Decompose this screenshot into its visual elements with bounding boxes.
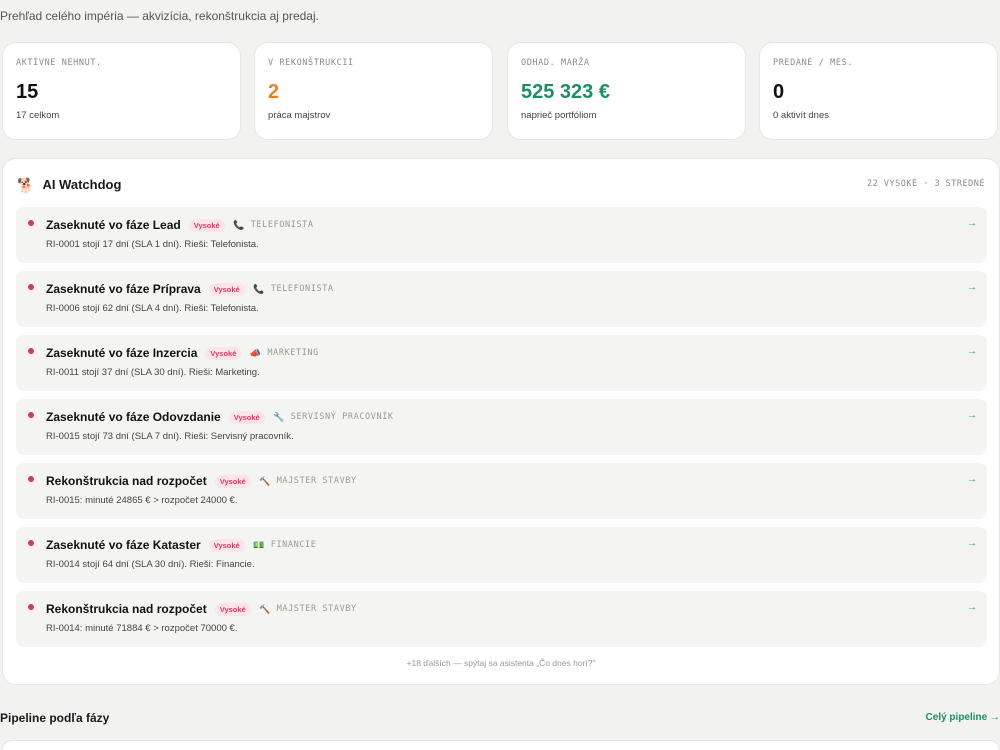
stat-label: PREDANÉ / MES. xyxy=(773,58,854,68)
severity-dot xyxy=(28,220,34,226)
alert-item[interactable]: Rekonštrukcia nad rozpočet Vysoké 🔨 MAJS… xyxy=(16,463,987,519)
alert-detail: RI-0014: minuté 71884 € > rozpočet 70000… xyxy=(46,623,238,634)
phone-icon: 📞 xyxy=(233,219,245,230)
alert-item[interactable]: Zaseknuté vo fáze Lead Vysoké 📞 TELEFONI… xyxy=(16,207,987,263)
stat-label: AKTÍVNE NEHNUT. xyxy=(16,58,102,68)
severity-badge: Vysoké xyxy=(228,410,265,424)
alert-role: SERVISNÝ PRACOVNÍK xyxy=(290,412,394,422)
alert-role: MAJSTER STAVBY xyxy=(276,476,357,486)
alert-title: Rekonštrukcia nad rozpočet xyxy=(46,474,207,488)
stat-sub: 0 aktivít dnes xyxy=(773,110,829,121)
alert-role: TELEFONISTA xyxy=(250,220,314,230)
pipeline-card xyxy=(2,740,1000,750)
money-icon: 💵 xyxy=(253,539,265,550)
arrow-right-icon[interactable]: → xyxy=(967,602,977,613)
hammer-icon: 🔨 xyxy=(259,475,271,486)
ai-watchdog-panel: 🐕 AI Watchdog 22 VYSOKÉ · 3 STREDNÉ Zase… xyxy=(2,158,1000,685)
arrow-right-icon[interactable]: → xyxy=(967,346,977,357)
alert-item[interactable]: Zaseknuté vo fáze Príprava Vysoké 📞 TELE… xyxy=(16,271,987,327)
alert-title: Zaseknuté vo fáze Inzercia xyxy=(46,346,198,360)
stat-card-margin: ODHAD. MARŽA 525 323 € naprieč portfólio… xyxy=(507,42,746,140)
alert-title: Zaseknuté vo fáze Kataster xyxy=(46,538,201,552)
alert-item[interactable]: Zaseknuté vo fáze Kataster Vysoké 💵 FINA… xyxy=(16,527,987,583)
severity-dot xyxy=(28,604,34,610)
arrow-right-icon[interactable]: → xyxy=(967,538,977,549)
severity-badge: Vysoké xyxy=(208,538,245,552)
severity-dot xyxy=(28,348,34,354)
alert-detail: RI-0006 stojí 62 dní (SLA 4 dní). Rieši:… xyxy=(46,303,259,314)
severity-badge: Vysoké xyxy=(208,282,245,296)
arrow-right-icon[interactable]: → xyxy=(967,410,977,421)
watchdog-header: 🐕 AI Watchdog xyxy=(17,177,121,192)
dog-icon: 🐕 xyxy=(17,176,35,193)
alert-detail: RI-0015: minuté 24865 € > rozpočet 24000… xyxy=(46,495,238,506)
arrow-right-icon[interactable]: → xyxy=(967,218,977,229)
stat-sub: práca majstrov xyxy=(268,110,331,121)
arrow-right-icon[interactable]: → xyxy=(967,282,977,293)
stat-card-sold: PREDANÉ / MES. 0 0 aktivít dnes xyxy=(759,42,998,140)
pipeline-heading: Pipeline podľa fázy xyxy=(0,711,110,725)
alert-title: Rekonštrukcia nad rozpočet xyxy=(46,602,207,616)
alert-role: MARKETING xyxy=(267,348,319,358)
stat-value: 0 xyxy=(773,81,785,103)
stat-label: V REKONŠTRUKCII xyxy=(268,58,354,68)
stat-sub: 17 celkom xyxy=(16,110,60,121)
severity-dot xyxy=(28,476,34,482)
wrench-icon: 🔧 xyxy=(273,411,285,422)
alert-item[interactable]: Rekonštrukcia nad rozpočet Vysoké 🔨 MAJS… xyxy=(16,591,987,647)
alert-title: Zaseknuté vo fáze Odovzdanie xyxy=(46,410,221,424)
full-pipeline-link[interactable]: Celý pipeline → xyxy=(926,712,1000,723)
stat-sub: naprieč portfóliom xyxy=(521,110,597,121)
alert-detail: RI-0001 stojí 17 dní (SLA 1 dní). Rieši:… xyxy=(46,239,259,250)
phone-icon: 📞 xyxy=(253,283,265,294)
watchdog-counts: 22 VYSOKÉ · 3 STREDNÉ xyxy=(867,179,985,189)
severity-dot xyxy=(28,540,34,546)
hammer-icon: 🔨 xyxy=(259,603,271,614)
stat-value: 15 xyxy=(16,81,39,103)
stats-row: AKTÍVNE NEHNUT. 15 17 celkom V REKONŠTRU… xyxy=(2,42,1000,140)
watchdog-title: AI Watchdog xyxy=(42,177,122,192)
severity-badge: Vysoké xyxy=(188,218,225,232)
stat-card-active: AKTÍVNE NEHNUT. 15 17 celkom xyxy=(2,42,241,140)
alert-title: Zaseknuté vo fáze Lead xyxy=(46,218,181,232)
alert-detail: RI-0011 stojí 37 dní (SLA 30 dní). Rieši… xyxy=(46,367,260,378)
alert-detail: RI-0014 stojí 64 dní (SLA 30 dní). Rieši… xyxy=(46,559,255,570)
stat-value: 2 xyxy=(268,81,280,103)
alert-title: Zaseknuté vo fáze Príprava xyxy=(46,282,201,296)
alert-role: TELEFONISTA xyxy=(270,284,334,294)
stat-label: ODHAD. MARŽA xyxy=(521,58,590,68)
severity-dot xyxy=(28,412,34,418)
alert-detail: RI-0015 stojí 73 dní (SLA 7 dní). Rieši:… xyxy=(46,431,294,442)
severity-badge: Vysoké xyxy=(214,474,251,488)
stat-card-renovation: V REKONŠTRUKCII 2 práca majstrov xyxy=(254,42,493,140)
megaphone-icon: 📣 xyxy=(249,347,262,358)
arrow-right-icon[interactable]: → xyxy=(967,474,977,485)
severity-badge: Vysoké xyxy=(205,346,242,360)
stat-value: 525 323 € xyxy=(521,81,610,103)
alert-item[interactable]: Zaseknuté vo fáze Inzercia Vysoké 📣 MARK… xyxy=(16,335,987,391)
more-alerts-note: +18 ďalších — spýtaj sa asistenta „Čo dn… xyxy=(406,658,596,668)
severity-dot xyxy=(28,284,34,290)
alert-role: FINANCIE xyxy=(270,540,317,550)
severity-badge: Vysoké xyxy=(214,602,251,616)
alert-item[interactable]: Zaseknuté vo fáze Odovzdanie Vysoké 🔧 SE… xyxy=(16,399,987,455)
alert-role: MAJSTER STAVBY xyxy=(276,604,357,614)
page-subtitle: Prehľad celého impéria — akvizícia, reko… xyxy=(0,9,319,23)
